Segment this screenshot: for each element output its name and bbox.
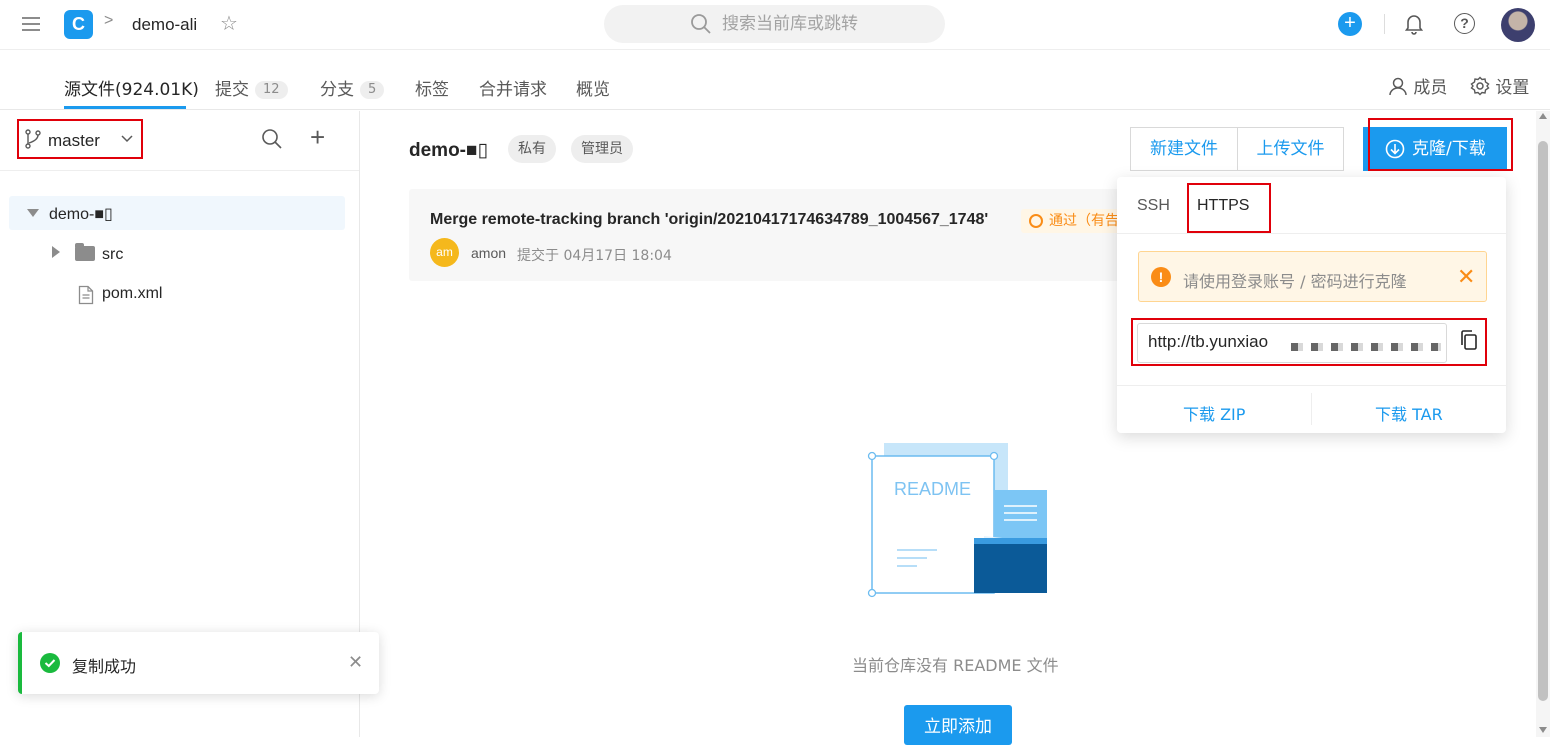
scroll-up-arrow[interactable]	[1539, 113, 1547, 119]
user-avatar[interactable]	[1501, 8, 1535, 42]
admin-tag: 管理员	[571, 135, 633, 163]
file-label: pom.xml	[102, 285, 163, 302]
clone-popup: SSH HTTPS ! 请使用登录账号 / 密码进行克隆 ✕ 下载 ZIP 下载…	[1117, 177, 1506, 433]
repo-tab-bar: 源文件(924.01K) 提交 12 分支 5 标签 合并请求 概览 成员 设置	[0, 55, 1550, 110]
divider	[1117, 385, 1506, 386]
tab-branches[interactable]: 分支 5	[320, 75, 385, 100]
divider	[0, 170, 359, 171]
top-bar: C > demo-ali ☆ + ?	[0, 0, 1550, 50]
scroll-down-arrow[interactable]	[1539, 727, 1547, 733]
tree-file-pom[interactable]: pom.xml	[78, 283, 278, 309]
tab-label: 概览	[576, 80, 610, 100]
help-icon[interactable]: ?	[1454, 13, 1475, 34]
divider	[1117, 233, 1506, 234]
tab-label: 分支	[320, 80, 354, 100]
author-avatar: am	[430, 238, 459, 267]
tab-label: 合并请求	[479, 80, 547, 100]
create-plus-button[interactable]: +	[1338, 12, 1362, 36]
close-icon[interactable]: ✕	[1457, 264, 1475, 290]
tree-root-label: demo-■▯	[49, 206, 113, 223]
tab-commits[interactable]: 提交 12	[215, 75, 288, 100]
branch-icon	[25, 129, 41, 149]
highlight-box	[1131, 318, 1487, 366]
branch-name: master	[48, 131, 100, 150]
commit-author: amon	[471, 245, 507, 261]
members-label: 成员	[1413, 78, 1448, 98]
gear-icon	[1470, 76, 1490, 96]
latest-commit-card[interactable]: Merge remote-tracking branch 'origin/202…	[409, 189, 1129, 281]
pipeline-status-badge[interactable]: 通过（有告警）	[1021, 209, 1129, 233]
readme-illustration: README	[867, 443, 1047, 598]
close-icon[interactable]: ✕	[348, 652, 363, 673]
highlight-box	[1187, 183, 1271, 233]
download-tar-link[interactable]: 下载 TAR	[1375, 401, 1443, 425]
scrollbar-thumb[interactable]	[1538, 141, 1548, 701]
commit-time: 提交于 04月17日 18:04	[517, 248, 672, 264]
search-icon[interactable]	[261, 128, 283, 150]
folder-icon	[75, 243, 95, 261]
count-badge: 5	[360, 81, 385, 99]
readme-label: README	[894, 479, 971, 499]
active-tab-indicator	[64, 106, 186, 109]
alert-text: 请使用登录账号 / 密码进行克隆	[1183, 272, 1407, 291]
vertical-scrollbar[interactable]	[1536, 111, 1550, 737]
warning-icon: !	[1151, 267, 1171, 287]
count-badge: 12	[255, 81, 288, 99]
folder-label: src	[102, 246, 124, 263]
divider	[1384, 14, 1385, 34]
search-icon	[691, 14, 711, 34]
highlight-box	[1368, 118, 1513, 171]
tab-source-files[interactable]: 源文件(924.01K)	[64, 75, 199, 100]
upload-file-button[interactable]: 上传文件	[1237, 127, 1344, 171]
commit-title[interactable]: Merge remote-tracking branch 'origin/202…	[430, 211, 988, 229]
settings-label: 设置	[1495, 78, 1530, 98]
download-zip-link[interactable]: 下载 ZIP	[1183, 401, 1245, 425]
bell-icon[interactable]	[1404, 13, 1424, 35]
branch-selector[interactable]: master	[17, 119, 143, 159]
toast-message: 复制成功	[72, 657, 137, 676]
check-circle-icon	[40, 653, 60, 673]
tab-merge-requests[interactable]: 合并请求	[479, 75, 547, 100]
success-toast: 复制成功 ✕	[18, 632, 379, 694]
file-icon	[78, 285, 94, 305]
tab-label: 标签	[415, 80, 449, 100]
chevron-right-icon: >	[104, 12, 114, 29]
search-bar[interactable]	[604, 5, 945, 43]
chevron-down-icon	[121, 135, 133, 143]
tree-root-node[interactable]: demo-■▯	[9, 196, 345, 230]
add-file-icon[interactable]: +	[310, 124, 325, 150]
search-input[interactable]	[722, 13, 922, 35]
clone-alert: ! 请使用登录账号 / 密码进行克隆 ✕	[1138, 251, 1487, 302]
private-tag: 私有	[508, 135, 556, 163]
tab-label: 源文件(924.01K)	[64, 80, 199, 100]
status-icon	[1029, 214, 1043, 228]
add-readme-button[interactable]: 立即添加	[904, 705, 1012, 745]
app-logo[interactable]: C	[64, 10, 93, 39]
divider	[1311, 393, 1312, 425]
tab-overview[interactable]: 概览	[576, 75, 610, 100]
empty-readme-text: 当前仓库没有 README 文件	[852, 656, 1059, 675]
tab-label: 提交	[215, 80, 249, 100]
settings-link[interactable]: 设置	[1470, 73, 1529, 98]
caret-down-icon[interactable]	[27, 209, 39, 217]
repo-breadcrumb[interactable]: demo-ali	[132, 15, 197, 35]
user-icon	[1389, 77, 1407, 96]
caret-right-icon[interactable]	[52, 246, 60, 258]
menu-icon[interactable]	[22, 17, 40, 31]
members-link[interactable]: 成员	[1388, 73, 1447, 98]
tab-ssh[interactable]: SSH	[1137, 197, 1170, 215]
new-file-button[interactable]: 新建文件	[1130, 127, 1238, 171]
tab-tags[interactable]: 标签	[415, 75, 449, 100]
repo-title: demo-■▯	[409, 140, 488, 161]
star-icon[interactable]: ☆	[220, 11, 238, 36]
